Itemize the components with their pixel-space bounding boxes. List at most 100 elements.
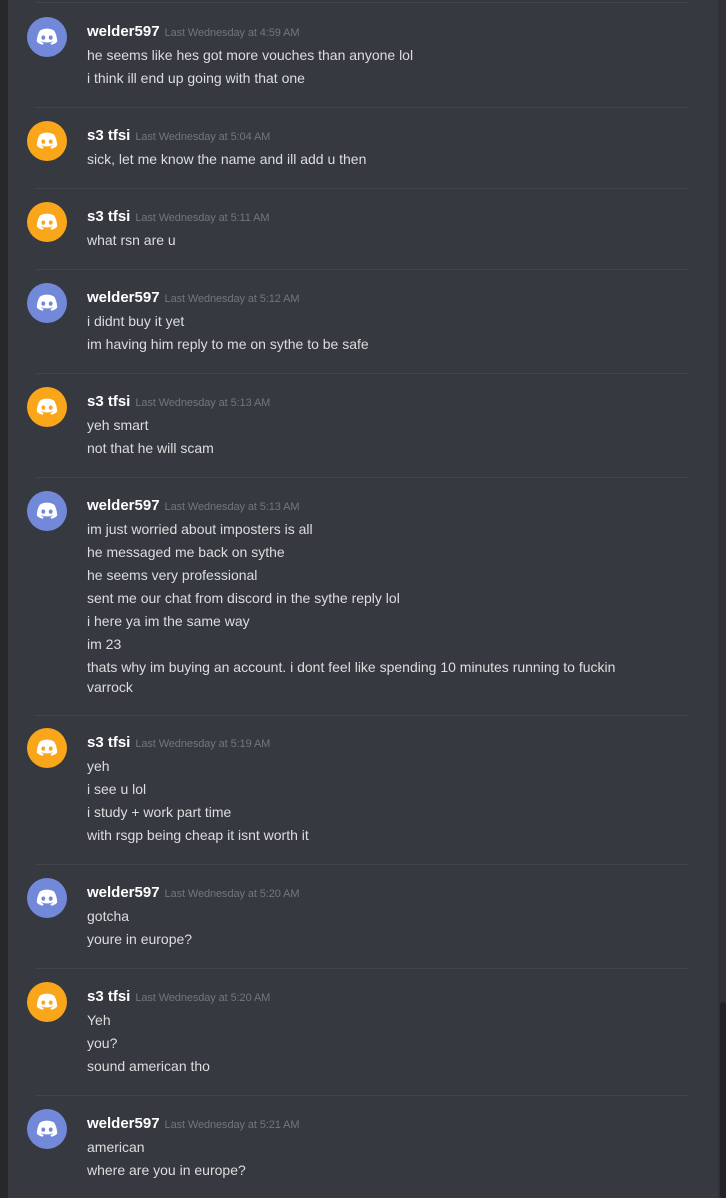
message-body: sick, let me know the name and ill add u… [87, 149, 647, 172]
message-text: i study + work part time [87, 804, 232, 820]
discord-logo-icon [27, 491, 67, 531]
message-text: i see u lol [87, 781, 147, 797]
message-divider [36, 269, 688, 270]
message-text: yeh smart [87, 417, 149, 433]
discord-chat-window: welder597 Last Wednesday at 4:59 AM he see… [0, 0, 726, 1198]
message-text: american [87, 1139, 145, 1155]
discord-logo-icon [27, 878, 67, 918]
message-text: im just worried about imposters is all [87, 521, 313, 537]
message-timestamp[interactable]: Last Wednesday at 5:12 AM [165, 293, 300, 305]
scrollbar-thumb[interactable] [720, 1002, 726, 1198]
message-body: he seems like hes got more vouches than … [87, 45, 647, 91]
discord-logo-icon [27, 202, 67, 242]
message-text: i think ill end up going with that one [87, 70, 305, 86]
message-text: youre in europe? [87, 931, 193, 947]
discord-logo-icon [27, 982, 67, 1022]
message-text: sound american tho [87, 1058, 210, 1074]
top-divider [36, 2, 688, 3]
message-header: welder597 Last Wednesday at 5:12 AM [87, 289, 300, 308]
message-list[interactable]: welder597 Last Wednesday at 4:59 AM he see… [8, 0, 718, 1198]
message-divider [36, 1095, 688, 1096]
message-text: you? [87, 1035, 118, 1051]
message-header: welder597 Last Wednesday at 5:21 AM [87, 1115, 300, 1134]
message-text: where are you in europe? [87, 1162, 246, 1178]
avatar[interactable] [27, 982, 67, 1022]
message-timestamp[interactable]: Last Wednesday at 5:13 AM [165, 501, 300, 513]
message-text: with rsgp being cheap it isnt worth it [87, 827, 309, 843]
message-text: not that he will scam [87, 440, 214, 456]
message-timestamp[interactable]: Last Wednesday at 4:59 AM [165, 27, 300, 39]
avatar[interactable] [27, 387, 67, 427]
message-body: yeh i see u lol i study + work part time wi… [87, 756, 647, 848]
username[interactable]: welder597 [87, 497, 160, 514]
message-header: welder597 Last Wednesday at 4:59 AM [87, 23, 300, 42]
message-header: welder597 Last Wednesday at 5:13 AM [87, 497, 300, 516]
avatar[interactable] [27, 283, 67, 323]
message-text: gotcha [87, 908, 130, 924]
avatar[interactable] [27, 878, 67, 918]
discord-logo-icon [27, 728, 67, 768]
message-divider [36, 715, 688, 716]
avatar[interactable] [27, 202, 67, 242]
message-divider [36, 188, 688, 189]
left-edge-strip [0, 0, 8, 1198]
username[interactable]: s3 tfsi [87, 393, 130, 410]
message-text: i didnt buy it yet [87, 313, 185, 329]
message-body: Yeh you? sound american tho [87, 1010, 647, 1079]
message-timestamp[interactable]: Last Wednesday at 5:20 AM [165, 888, 300, 900]
avatar[interactable] [27, 121, 67, 161]
message-body: american where are you in europe? [87, 1137, 647, 1183]
message-divider [36, 373, 688, 374]
discord-logo-icon [27, 121, 67, 161]
message-text: thats why im buying an account. i dont f… [87, 659, 616, 695]
discord-logo-icon [27, 1109, 67, 1149]
avatar[interactable] [27, 17, 67, 57]
message-text: sick, let me know the name and ill add u… [87, 151, 367, 167]
message-header: welder597 Last Wednesday at 5:20 AM [87, 884, 300, 903]
discord-logo-icon [27, 387, 67, 427]
message-text: he seems like hes got more vouches than … [87, 47, 414, 63]
message-text: he messaged me back on sythe [87, 544, 285, 560]
message-header: s3 tfsi Last Wednesday at 5:04 AM [87, 127, 270, 146]
avatar[interactable] [27, 1109, 67, 1149]
message-text: what rsn are u [87, 232, 176, 248]
message-header: s3 tfsi Last Wednesday at 5:11 AM [87, 208, 270, 227]
message-timestamp[interactable]: Last Wednesday at 5:04 AM [135, 131, 270, 143]
username[interactable]: welder597 [87, 289, 160, 306]
username[interactable]: welder597 [87, 884, 160, 901]
message-text: sent me our chat from discord in the syt… [87, 590, 400, 606]
message-header: s3 tfsi Last Wednesday at 5:13 AM [87, 393, 270, 412]
username[interactable]: welder597 [87, 1115, 160, 1132]
message-timestamp[interactable]: Last Wednesday at 5:13 AM [135, 397, 270, 409]
message-text: i here ya im the same way [87, 613, 250, 629]
message-header: s3 tfsi Last Wednesday at 5:20 AM [87, 988, 270, 1007]
message-timestamp[interactable]: Last Wednesday at 5:21 AM [165, 1119, 300, 1131]
message-body: yeh smart not that he will scam [87, 415, 647, 461]
message-text: Yeh [87, 1012, 111, 1028]
message-timestamp[interactable]: Last Wednesday at 5:19 AM [135, 738, 270, 750]
message-header: s3 tfsi Last Wednesday at 5:19 AM [87, 734, 270, 753]
message-body: i didnt buy it yet im having him reply to… [87, 311, 647, 357]
discord-logo-icon [27, 283, 67, 323]
avatar[interactable] [27, 728, 67, 768]
message-divider [36, 864, 688, 865]
avatar[interactable] [27, 491, 67, 531]
message-body: what rsn are u [87, 230, 647, 253]
message-text: im 23 [87, 636, 122, 652]
message-timestamp[interactable]: Last Wednesday at 5:20 AM [135, 992, 270, 1004]
message-text: he seems very professional [87, 567, 258, 583]
message-divider [36, 477, 688, 478]
message-text: im having him reply to me on sythe to be… [87, 336, 369, 352]
username[interactable]: welder597 [87, 23, 160, 40]
message-body: im just worried about imposters is all he… [87, 519, 647, 700]
discord-logo-icon [27, 17, 67, 57]
message-divider [36, 968, 688, 969]
username[interactable]: s3 tfsi [87, 208, 130, 225]
username[interactable]: s3 tfsi [87, 127, 130, 144]
username[interactable]: s3 tfsi [87, 734, 130, 751]
message-divider [36, 107, 688, 108]
message-text: yeh [87, 758, 110, 774]
username[interactable]: s3 tfsi [87, 988, 130, 1005]
message-body: gotcha youre in europe? [87, 906, 647, 952]
message-timestamp[interactable]: Last Wednesday at 5:11 AM [135, 212, 269, 224]
